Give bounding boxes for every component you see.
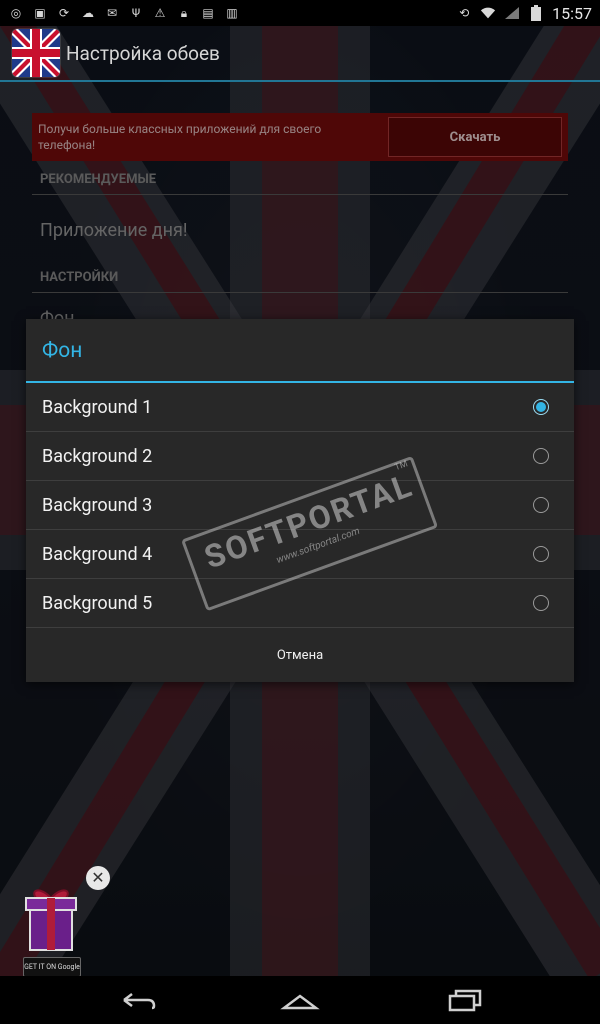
lock-icon: 🔒︎ <box>180 5 188 20</box>
dialog-title: Фон <box>42 339 83 363</box>
warning-icon: ⚠ <box>154 6 166 20</box>
background-option-1[interactable]: Background 1 <box>26 383 574 432</box>
radio-button-checked[interactable] <box>533 399 549 415</box>
usb-icon: Ψ <box>131 6 141 20</box>
briefcase-icon: ▤ <box>202 6 214 20</box>
gear-ring-icon: ◎ <box>10 6 22 20</box>
radio-button[interactable] <box>533 595 549 611</box>
radio-button[interactable] <box>533 448 549 464</box>
option-label: Background 3 <box>42 495 153 516</box>
google-play-badge[interactable]: GET IT ON Google play <box>23 957 81 989</box>
cloud-upload-icon: ☁ <box>82 6 94 20</box>
radio-button[interactable] <box>533 497 549 513</box>
signal-icon <box>504 6 520 20</box>
clock: 15:57 <box>552 3 592 23</box>
rotation-icon: ⟲ <box>459 6 470 20</box>
home-icon[interactable] <box>280 986 320 1014</box>
close-icon[interactable]: ✕ <box>86 866 110 890</box>
sync-icon: ⟳ <box>58 6 70 20</box>
recent-apps-icon[interactable] <box>444 986 484 1014</box>
divider <box>26 627 574 628</box>
cancel-button[interactable]: Отмена <box>26 629 574 682</box>
wifi-icon <box>480 6 496 20</box>
status-bar: ◎ ▣ ⟳ ☁ ✉ Ψ ⚠ 🔒︎ ▤ ▥ ⟲ 15:57 <box>0 0 600 26</box>
battery-icon <box>528 5 544 21</box>
page-title: Настройка обоев <box>66 41 220 65</box>
radio-button[interactable] <box>533 546 549 562</box>
action-bar: Настройка обоев <box>0 26 600 82</box>
background-option-5[interactable]: Background 5 <box>26 579 574 628</box>
sd-card-icon: ▥ <box>226 6 238 20</box>
navigation-bar <box>0 976 600 1024</box>
option-label: Background 5 <box>42 593 153 614</box>
option-label: Background 1 <box>42 397 153 418</box>
app-icon[interactable] <box>12 29 60 77</box>
mail-icon: ✉ <box>106 6 118 20</box>
background-option-2[interactable]: Background 2 <box>26 432 574 481</box>
image-icon: ▣ <box>34 6 46 20</box>
option-label: Background 4 <box>42 544 153 565</box>
back-icon[interactable] <box>118 986 158 1014</box>
option-label: Background 2 <box>42 446 153 467</box>
